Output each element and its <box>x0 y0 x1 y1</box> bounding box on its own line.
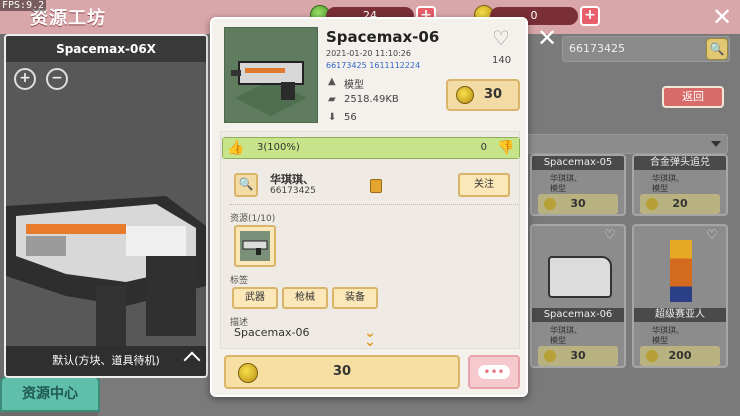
heart-icon[interactable]: ♡ <box>604 229 618 242</box>
coin-icon <box>544 198 556 210</box>
tag-equipment[interactable]: 装备 <box>332 287 378 309</box>
follow-button[interactable]: 关注 <box>458 173 510 197</box>
card-price: 30 <box>538 194 618 214</box>
animation-selector[interactable]: 默认(方块、道具待机) <box>6 346 206 376</box>
card-type: 模型 <box>652 184 668 193</box>
thumbs-up-icon[interactable]: 👍 <box>227 139 245 157</box>
preview-title: Spacemax-06X <box>6 36 206 62</box>
card-price: 20 <box>640 194 720 214</box>
resource-card[interactable]: 合金弹头追兑 华琪琪、 模型 20 <box>632 154 728 216</box>
buy-button[interactable]: 30 <box>224 355 460 389</box>
tag-weapon[interactable]: 武器 <box>232 287 278 309</box>
resource-type: 模型 <box>344 80 364 91</box>
chevron-up-icon[interactable] <box>183 351 201 369</box>
tags-label: 标签 <box>230 276 249 286</box>
favorite-heart-icon[interactable]: ♡ <box>492 28 510 48</box>
card-price-value: 20 <box>672 197 688 210</box>
search-icon[interactable]: 🔍 <box>706 38 728 60</box>
folder-icon: ▰ <box>328 94 336 105</box>
add-gold-currency-button[interactable]: + <box>580 6 600 26</box>
chevron-down-icon <box>711 141 721 147</box>
gold-coin-icon <box>238 363 258 383</box>
dislike-count: 0 <box>480 142 487 153</box>
close-dialog-icon[interactable]: ✕ <box>535 26 559 50</box>
card-title: Spacemax-06 <box>532 308 624 322</box>
rating-bar: 👍 3(100%) 0 👎 <box>222 137 520 159</box>
model-preview-panel[interactable]: Spacemax-06X + − 默认(方块、道具待机) <box>4 34 208 378</box>
card-price: 30 <box>538 346 618 366</box>
card-price-value: 200 <box>668 349 692 362</box>
card-thumbnail <box>670 240 692 302</box>
coin-icon <box>646 350 658 362</box>
card-type: 模型 <box>652 336 668 345</box>
zoom-in-icon[interactable]: + <box>14 68 36 90</box>
heart-icon[interactable]: ♡ <box>706 229 720 242</box>
fps-counter: FPS:9.2 <box>0 0 47 11</box>
zoom-out-icon[interactable]: − <box>46 68 68 90</box>
download-icon: ⬇ <box>328 112 337 123</box>
gold-coin-icon <box>456 86 474 104</box>
resource-card[interactable]: ♡ 超级赛亚人 华琪琪、 模型 200 <box>632 224 728 368</box>
resource-center-tab[interactable]: 资源中心 <box>0 376 100 412</box>
description-text: Spacemax-06 <box>234 326 310 339</box>
sort-dropdown[interactable] <box>518 134 728 154</box>
resource-detail-dialog: Spacemax-06 2021-01-20 11:10:26 66173425… <box>210 17 528 397</box>
resource-card[interactable]: Spacemax-05 华琪琪、 模型 30 <box>530 154 626 216</box>
card-title: 超级赛亚人 <box>634 308 726 322</box>
favorite-count: 140 <box>492 55 512 66</box>
card-price-value: 30 <box>570 197 586 210</box>
animation-label: 默认(方块、道具待机) <box>52 354 160 367</box>
resource-item-thumbnail <box>240 231 270 261</box>
resource-ids[interactable]: 66173425 1611112224 <box>326 61 420 70</box>
thumbnail-render <box>231 61 307 116</box>
coin-icon <box>646 198 658 210</box>
price-value: 30 <box>484 87 503 102</box>
like-count: 3(100%) <box>257 142 300 153</box>
resource-card[interactable]: ♡ Spacemax-06 华琪琪、 模型 30 <box>530 224 626 368</box>
price-tag: 30 <box>446 79 520 111</box>
card-type: 模型 <box>550 336 566 345</box>
tag-firearm[interactable]: 枪械 <box>282 287 328 309</box>
resource-title: Spacemax-06 <box>326 28 440 46</box>
card-title: Spacemax-05 <box>532 156 624 170</box>
card-thumbnail <box>548 256 612 298</box>
file-size: 2518.49KB <box>344 94 399 105</box>
more-options-button[interactable]: ••• <box>468 355 520 389</box>
expand-chevron-icon[interactable]: ⌄ ⌄ <box>360 326 380 349</box>
author-name: 华琪琪、 <box>270 173 314 186</box>
model-render[interactable] <box>6 166 206 366</box>
card-price: 200 <box>640 346 720 366</box>
download-count: 56 <box>344 112 357 123</box>
card-price-value: 30 <box>570 349 586 362</box>
notes-icon[interactable] <box>370 179 382 193</box>
more-icon: ••• <box>478 365 510 379</box>
resource-item[interactable] <box>234 225 276 267</box>
search-input[interactable]: 66173425 <box>562 36 730 62</box>
upload-date: 2021-01-20 11:10:26 <box>326 49 411 58</box>
resources-label: 资源(1/10) <box>230 214 276 224</box>
author-search-icon[interactable]: 🔍 <box>234 173 258 197</box>
coin-icon <box>544 350 556 362</box>
card-type: 模型 <box>550 184 566 193</box>
buy-price: 30 <box>332 364 352 379</box>
thumbs-down-icon[interactable]: 👎 <box>497 139 515 157</box>
back-button[interactable]: 返回 <box>662 86 724 108</box>
author-id: 66173425 <box>270 186 316 196</box>
close-icon[interactable]: ✕ <box>708 3 736 31</box>
model-type-icon: ▲ <box>328 76 336 87</box>
resource-thumbnail <box>224 27 318 123</box>
author-row: 🔍 华琪琪、 66173425 关注 <box>230 169 518 205</box>
card-title: 合金弹头追兑 <box>634 156 726 170</box>
